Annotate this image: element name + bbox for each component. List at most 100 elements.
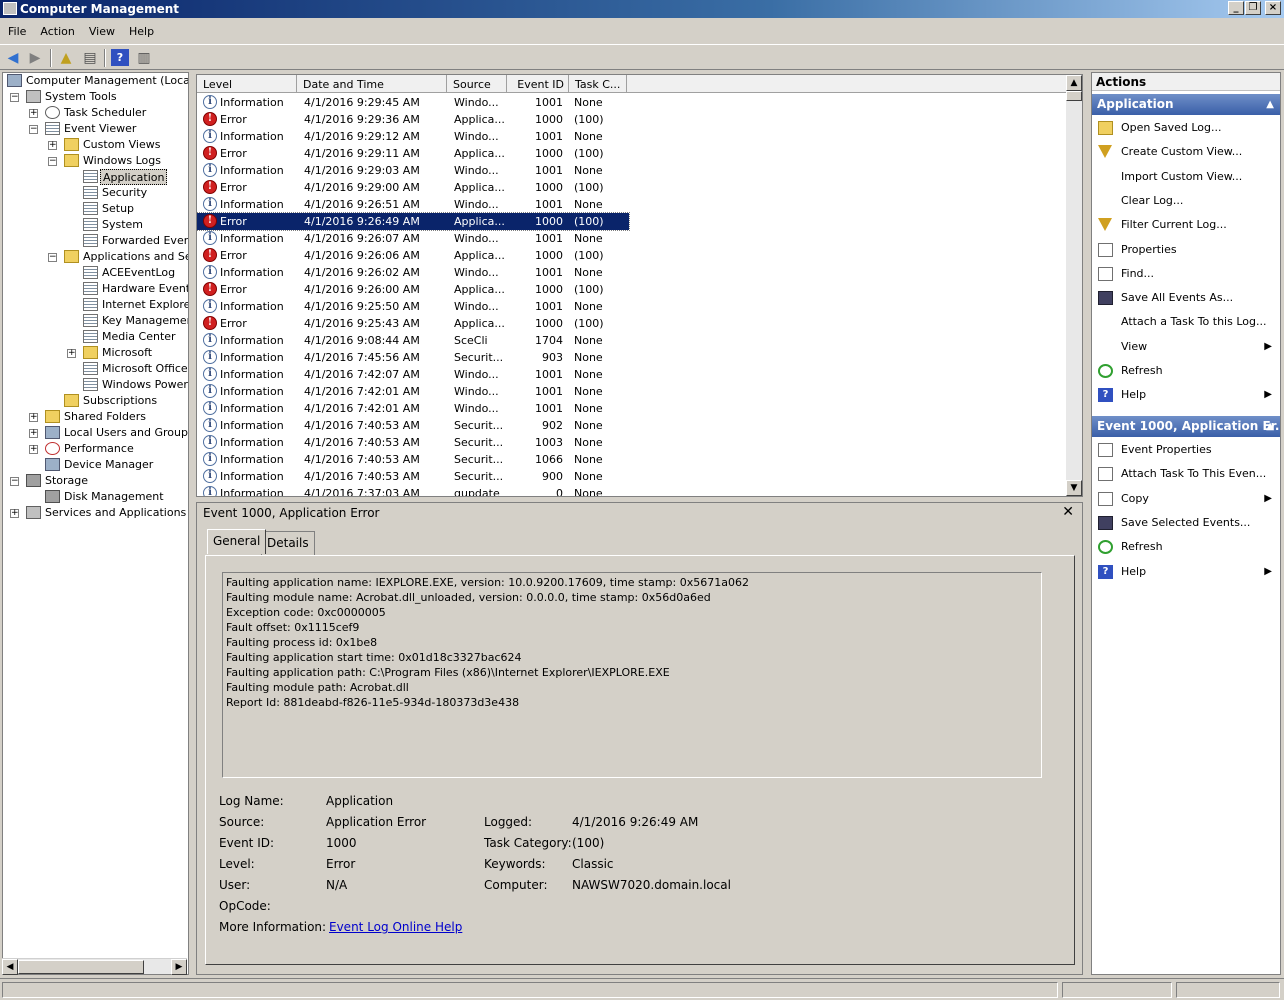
action-import-custom-view[interactable]: Import Custom View...	[1092, 165, 1280, 189]
event-row[interactable]: ! Error 4/1/2016 9:26:06 AM Applica... 1000 (…	[197, 247, 629, 264]
tree-item-local-users-and-groups[interactable]: Local Users and Groups	[64, 425, 188, 441]
action-copy[interactable]: Copy ▶	[1092, 487, 1280, 511]
tree-item-security[interactable]: Security	[102, 185, 147, 201]
show-hide-action-pane-icon[interactable]: ▥	[135, 49, 153, 66]
scroll-thumb[interactable]	[1066, 91, 1082, 101]
minimize-button[interactable]: _	[1228, 1, 1244, 15]
tree-item-system[interactable]: System	[102, 217, 143, 233]
list-vertical-scrollbar[interactable]: ▲ ▼	[1066, 75, 1082, 496]
scroll-right-icon[interactable]: ▶	[171, 959, 187, 975]
action-help[interactable]: ? Help ▶	[1092, 383, 1280, 407]
action-find[interactable]: Find...	[1092, 262, 1280, 286]
collapse-icon[interactable]: −	[48, 253, 57, 262]
scroll-down-icon[interactable]: ▼	[1066, 480, 1082, 496]
tree-item-setup[interactable]: Setup	[102, 201, 134, 217]
event-row[interactable]: i Information 4/1/2016 7:40:53 AM Securit..…	[197, 417, 629, 434]
actions-section-application[interactable]: Application ▲	[1092, 94, 1280, 115]
menu-action[interactable]: Action	[34, 22, 80, 42]
event-row[interactable]: ! Error 4/1/2016 9:25:43 AM Applica... 1000 (…	[197, 315, 629, 332]
event-row[interactable]: i Information 4/1/2016 9:26:51 AM Windo... 1…	[197, 196, 629, 213]
expand-icon[interactable]: +	[29, 109, 38, 118]
tree-item-microsoft-office[interactable]: Microsoft Office A	[102, 361, 188, 377]
action-open-saved-log[interactable]: Open Saved Log...	[1092, 116, 1280, 140]
tree-item-system-tools[interactable]: System Tools	[45, 89, 117, 105]
tree-item-computer-management[interactable]: Computer Management (Local)	[26, 73, 188, 89]
tree-item-key-management[interactable]: Key Management	[102, 313, 188, 329]
tree-item-task-scheduler[interactable]: Task Scheduler	[64, 105, 146, 121]
event-row[interactable]: i Information 4/1/2016 7:42:07 AM Windo... 1…	[197, 366, 629, 383]
expand-icon[interactable]: +	[67, 349, 76, 358]
back-arrow-icon[interactable]: ◀	[4, 49, 22, 66]
event-log-online-help-link[interactable]: Event Log Online Help	[329, 920, 462, 934]
restore-button[interactable]: ❐	[1245, 1, 1261, 15]
event-row[interactable]: ! Error 4/1/2016 9:26:49 AM Applica... 1000 (…	[197, 212, 630, 231]
action-attach-task-to-this-even[interactable]: Attach Task To This Even...	[1092, 462, 1280, 486]
menu-help[interactable]: Help	[123, 22, 160, 42]
column-header-task-category[interactable]: Task C...	[569, 75, 627, 93]
tree-item-applications-and-services[interactable]: Applications and Servi	[83, 249, 188, 265]
tree-item-device-manager[interactable]: Device Manager	[64, 457, 153, 473]
tab-details[interactable]: Details	[261, 531, 315, 555]
actions-section-event[interactable]: Event 1000, Application Er... ▲	[1092, 416, 1280, 437]
event-row[interactable]: i Information 4/1/2016 9:25:50 AM Windo... 1…	[197, 298, 629, 315]
event-row[interactable]: ! Error 4/1/2016 9:29:36 AM Applica... 1000 (…	[197, 111, 629, 128]
collapse-caret-icon[interactable]: ▲	[1266, 94, 1274, 115]
collapse-icon[interactable]: −	[10, 93, 19, 102]
tree-item-aceeventlog[interactable]: ACEEventLog	[102, 265, 175, 281]
action-view[interactable]: View ▶	[1092, 335, 1280, 359]
tree-item-disk-management[interactable]: Disk Management	[64, 489, 164, 505]
event-row[interactable]: i Information 4/1/2016 7:40:53 AM Securit..…	[197, 468, 629, 485]
up-folder-icon[interactable]: ▲	[57, 49, 75, 66]
tree-item-custom-views[interactable]: Custom Views	[83, 137, 160, 153]
tree-item-microsoft[interactable]: Microsoft	[102, 345, 152, 361]
collapse-icon[interactable]: −	[10, 477, 19, 486]
expand-icon[interactable]: +	[29, 445, 38, 454]
help-icon[interactable]: ?	[111, 49, 129, 66]
event-message[interactable]: Faulting application name: IEXPLORE.EXE,…	[222, 572, 1042, 778]
event-row[interactable]: ! Error 4/1/2016 9:29:11 AM Applica... 1000 (…	[197, 145, 629, 162]
tree-item-storage[interactable]: Storage	[45, 473, 88, 489]
expand-icon[interactable]: +	[10, 509, 19, 518]
tree-item-forwarded-events[interactable]: Forwarded Events	[102, 233, 188, 249]
event-row[interactable]: i Information 4/1/2016 9:26:02 AM Windo... 1…	[197, 264, 629, 281]
event-row[interactable]: i Information 4/1/2016 7:40:53 AM Securit..…	[197, 434, 629, 451]
column-header-event-id[interactable]: Event ID	[507, 75, 569, 93]
event-row[interactable]: i Information 4/1/2016 9:29:03 AM Windo... 1…	[197, 162, 629, 179]
tree-item-application[interactable]: Application	[100, 169, 168, 185]
action-refresh[interactable]: Refresh	[1092, 359, 1280, 383]
close-window-button[interactable]: ×	[1265, 1, 1281, 15]
action-save-all-events-as[interactable]: Save All Events As...	[1092, 286, 1280, 310]
tree-item-windows-logs[interactable]: Windows Logs	[83, 153, 161, 169]
collapse-icon[interactable]: −	[29, 125, 38, 134]
event-row[interactable]: ! Error 4/1/2016 9:29:00 AM Applica... 1000 (…	[197, 179, 629, 196]
tree-item-hardware-events[interactable]: Hardware Events	[102, 281, 188, 297]
scroll-left-icon[interactable]: ◀	[2, 959, 18, 975]
tree-item-event-viewer[interactable]: Event Viewer	[64, 121, 136, 137]
collapse-icon[interactable]: −	[48, 157, 57, 166]
scroll-thumb[interactable]	[18, 960, 144, 974]
column-header-level[interactable]: Level	[197, 75, 297, 93]
action-help[interactable]: ? Help ▶	[1092, 560, 1280, 584]
menu-file[interactable]: File	[2, 22, 32, 42]
tree-horizontal-scrollbar[interactable]: ◀ ▶	[2, 958, 187, 975]
close-icon[interactable]: ✕	[1062, 504, 1074, 520]
expand-icon[interactable]: +	[29, 413, 38, 422]
tree-item-windows-powershell[interactable]: Windows PowerSh	[102, 377, 188, 393]
tree-item-subscriptions[interactable]: Subscriptions	[83, 393, 157, 409]
forward-arrow-icon[interactable]: ▶	[26, 49, 44, 66]
action-properties[interactable]: Properties	[1092, 238, 1280, 262]
expand-icon[interactable]: +	[48, 141, 57, 150]
event-row[interactable]: i Information 4/1/2016 7:37:03 AM gupdate 0 N…	[197, 485, 629, 496]
tab-general[interactable]: General	[207, 529, 267, 554]
action-attach-a-task-to-this-log[interactable]: Attach a Task To this Log...	[1092, 310, 1280, 334]
action-save-selected-events[interactable]: Save Selected Events...	[1092, 511, 1280, 535]
event-row[interactable]: i Information 4/1/2016 7:42:01 AM Windo... 1…	[197, 400, 629, 417]
action-clear-log[interactable]: Clear Log...	[1092, 189, 1280, 213]
event-row[interactable]: i Information 4/1/2016 7:40:53 AM Securit..…	[197, 451, 629, 468]
column-header-source[interactable]: Source	[447, 75, 507, 93]
tree-item-media-center[interactable]: Media Center	[102, 329, 176, 345]
event-row[interactable]: i Information 4/1/2016 7:42:01 AM Windo... 1…	[197, 383, 629, 400]
event-row[interactable]: i Information 4/1/2016 9:26:07 AM Windo... 1…	[197, 230, 629, 247]
tree-item-shared-folders[interactable]: Shared Folders	[64, 409, 146, 425]
action-filter-current-log[interactable]: Filter Current Log...	[1092, 213, 1280, 237]
